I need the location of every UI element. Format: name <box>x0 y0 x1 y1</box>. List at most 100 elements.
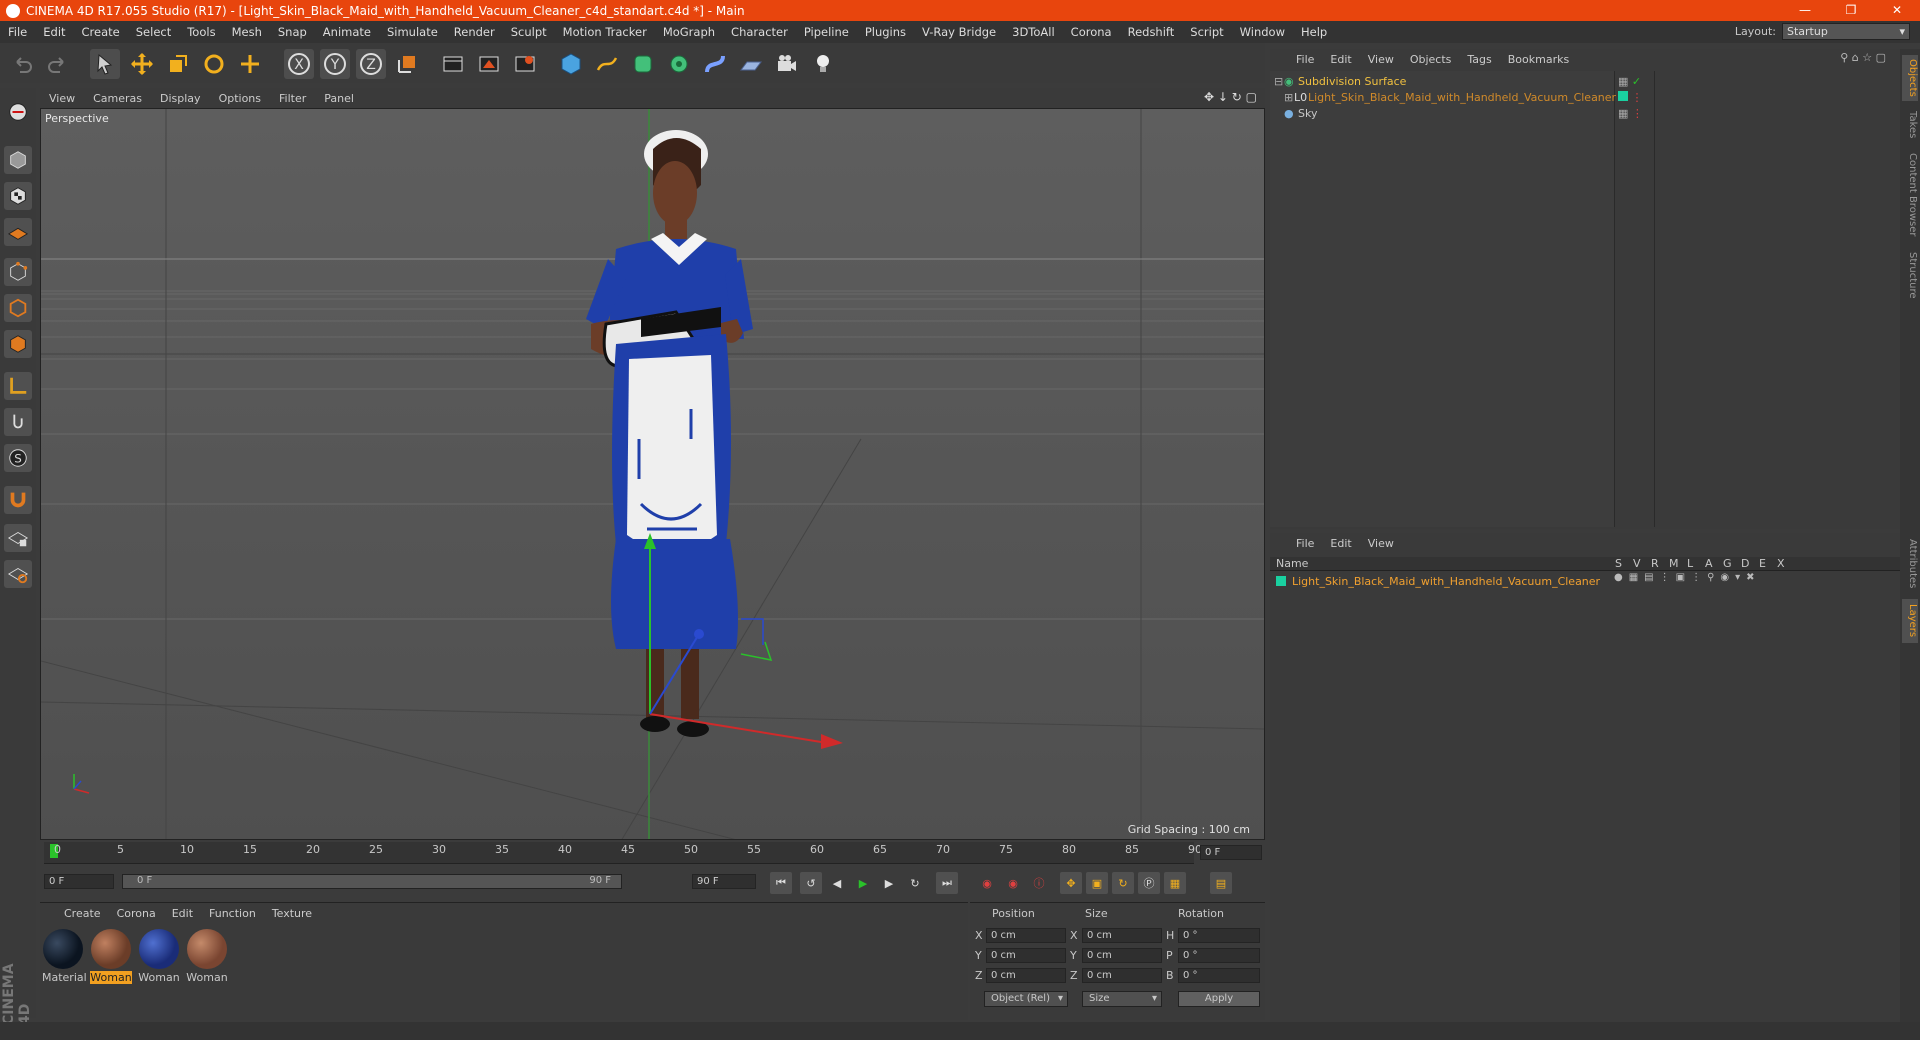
render-settings-icon[interactable] <box>510 49 540 79</box>
layout-select[interactable]: Startup ▾ <box>1782 23 1910 40</box>
material-swatch[interactable]: Material <box>42 929 87 987</box>
tab-attributes[interactable]: Attributes <box>1902 533 1918 595</box>
menu-select[interactable]: Select <box>128 25 179 39</box>
render-view-icon[interactable] <box>438 49 468 79</box>
menu-help[interactable]: Help <box>1293 25 1335 39</box>
viewport-menu-cameras[interactable]: Cameras <box>84 92 151 105</box>
rotate-tool-icon[interactable] <box>199 49 229 79</box>
tab-objects[interactable]: Objects <box>1902 55 1918 101</box>
minimize-button[interactable]: — <box>1782 0 1828 21</box>
rotation-p-field[interactable]: 0 ° <box>1178 948 1260 963</box>
menu-vray-bridge[interactable]: V-Ray Bridge <box>914 25 1004 39</box>
menu-3dtoall[interactable]: 3DToAll <box>1004 25 1063 39</box>
menu-simulate[interactable]: Simulate <box>379 25 446 39</box>
layer-color-icon[interactable]: ⋮ <box>1618 91 1643 104</box>
snap-icon[interactable]: S <box>4 444 32 472</box>
pen-spline-icon[interactable] <box>592 49 622 79</box>
menu-window[interactable]: Window <box>1232 25 1293 39</box>
frame-range-slider[interactable]: 0 F 90 F <box>122 874 622 889</box>
menu-pipeline[interactable]: Pipeline <box>796 25 857 39</box>
tab-content-browser[interactable]: Content Browser <box>1902 147 1918 243</box>
object-manager-nav-icons[interactable]: ⚲ ⌂ ☆ ▢ <box>1840 51 1886 64</box>
menu-edit[interactable]: Edit <box>35 25 73 39</box>
select-arrow-icon[interactable] <box>90 49 120 79</box>
layer-menu-edit[interactable]: Edit <box>1322 537 1359 550</box>
layer-menu-file[interactable]: File <box>1288 537 1322 550</box>
key-parameter-icon[interactable]: Ⓟ <box>1138 872 1160 894</box>
viewport-menu-view[interactable]: View <box>40 92 84 105</box>
key-rotation-icon[interactable]: ↻ <box>1112 872 1134 894</box>
position-y-field[interactable]: 0 cm <box>986 948 1066 963</box>
visibility-toggle-icon[interactable]: ▦ ⋮ <box>1618 107 1643 120</box>
viewport-menu-display[interactable]: Display <box>151 92 210 105</box>
model-mode-icon[interactable] <box>4 146 32 174</box>
key-position-icon[interactable]: ✥ <box>1060 872 1082 894</box>
keyframe-selection-icon[interactable]: ⓘ <box>1028 872 1050 894</box>
rotation-b-field[interactable]: 0 ° <box>1178 968 1260 983</box>
next-key-icon[interactable]: ↻ <box>904 872 926 894</box>
edges-mode-icon[interactable] <box>4 294 32 322</box>
x-axis-lock-icon[interactable]: X <box>284 49 314 79</box>
object-menu-view[interactable]: View <box>1360 53 1402 66</box>
layer-menu-view[interactable]: View <box>1360 537 1402 550</box>
menu-render[interactable]: Render <box>446 25 503 39</box>
current-frame-field[interactable]: 0 F <box>44 874 114 889</box>
menu-sculpt[interactable]: Sculpt <box>503 25 555 39</box>
menu-plugins[interactable]: Plugins <box>857 25 914 39</box>
object-menu-tags[interactable]: Tags <box>1459 53 1499 66</box>
menu-redshift[interactable]: Redshift <box>1120 25 1183 39</box>
viewport-menu-panel[interactable]: Panel <box>315 92 363 105</box>
next-frame-icon[interactable]: ▶ <box>878 872 900 894</box>
make-editable-icon[interactable] <box>4 98 32 126</box>
object-row-sky[interactable]: ● Sky <box>1274 105 1317 121</box>
restore-button[interactable]: ❐ <box>1828 0 1874 21</box>
material-menu-create[interactable]: Create <box>56 907 109 920</box>
material-menu-edit[interactable]: Edit <box>164 907 201 920</box>
tweak-mode-icon[interactable] <box>4 408 32 436</box>
play-icon[interactable]: ▶ <box>852 872 874 894</box>
close-button[interactable]: ✕ <box>1874 0 1920 21</box>
timeline-ruler[interactable]: 0 5 10 15 20 25 30 35 40 45 50 55 60 65 … <box>40 842 1265 864</box>
expand-icon[interactable]: ⊞ <box>1284 91 1294 104</box>
z-axis-lock-icon[interactable]: Z <box>356 49 386 79</box>
menu-mograph[interactable]: MoGraph <box>655 25 723 39</box>
deformer-icon[interactable] <box>700 49 730 79</box>
planar-workplane-icon[interactable] <box>4 560 32 588</box>
object-menu-edit[interactable]: Edit <box>1322 53 1359 66</box>
y-axis-lock-icon[interactable]: Y <box>320 49 350 79</box>
object-row-maid[interactable]: ⊞ L0 Light_Skin_Black_Maid_with_Handheld… <box>1284 89 1616 105</box>
object-menu-bookmarks[interactable]: Bookmarks <box>1500 53 1577 66</box>
material-swatch[interactable]: Woman <box>186 929 228 987</box>
material-menu-texture[interactable]: Texture <box>264 907 320 920</box>
locked-workplane-icon[interactable] <box>4 524 32 552</box>
menu-mesh[interactable]: Mesh <box>224 25 270 39</box>
timeline-end-field[interactable]: 0 F <box>1200 845 1262 860</box>
visibility-toggle-icon[interactable]: ▦ ✓ <box>1618 75 1641 88</box>
material-swatch[interactable]: Woman <box>138 929 180 987</box>
layer-flag-toggles[interactable]: ●▦▤⋮▣⋮⚲◉▾✖ <box>1614 572 1761 583</box>
cloner-icon[interactable] <box>664 49 694 79</box>
layer-color-icon[interactable] <box>1276 576 1286 586</box>
light-bulb-icon[interactable] <box>808 49 838 79</box>
autokey-icon[interactable]: ◉ <box>1002 872 1024 894</box>
menu-corona[interactable]: Corona <box>1063 25 1120 39</box>
magnet-icon[interactable] <box>4 486 32 514</box>
material-menu-function[interactable]: Function <box>201 907 264 920</box>
object-row-subdivision[interactable]: ⊟ ◉ Subdivision Surface <box>1274 73 1406 89</box>
rotation-h-field[interactable]: 0 ° <box>1178 928 1260 943</box>
tab-structure[interactable]: Structure <box>1902 247 1918 303</box>
menu-animate[interactable]: Animate <box>315 25 379 39</box>
key-point-level-icon[interactable]: ▦ <box>1164 872 1186 894</box>
redo-icon[interactable] <box>42 49 72 79</box>
key-scale-icon[interactable]: ▣ <box>1086 872 1108 894</box>
coordinate-system-icon[interactable] <box>392 49 422 79</box>
menu-script[interactable]: Script <box>1182 25 1231 39</box>
record-keys-icon[interactable]: ◉ <box>976 872 998 894</box>
menu-create[interactable]: Create <box>74 25 128 39</box>
size-z-field[interactable]: 0 cm <box>1082 968 1162 983</box>
undo-icon[interactable] <box>8 49 38 79</box>
collapse-icon[interactable]: ⊟ <box>1274 75 1284 88</box>
render-picture-viewer-icon[interactable] <box>474 49 504 79</box>
position-x-field[interactable]: 0 cm <box>986 928 1066 943</box>
tab-takes[interactable]: Takes <box>1902 107 1918 143</box>
